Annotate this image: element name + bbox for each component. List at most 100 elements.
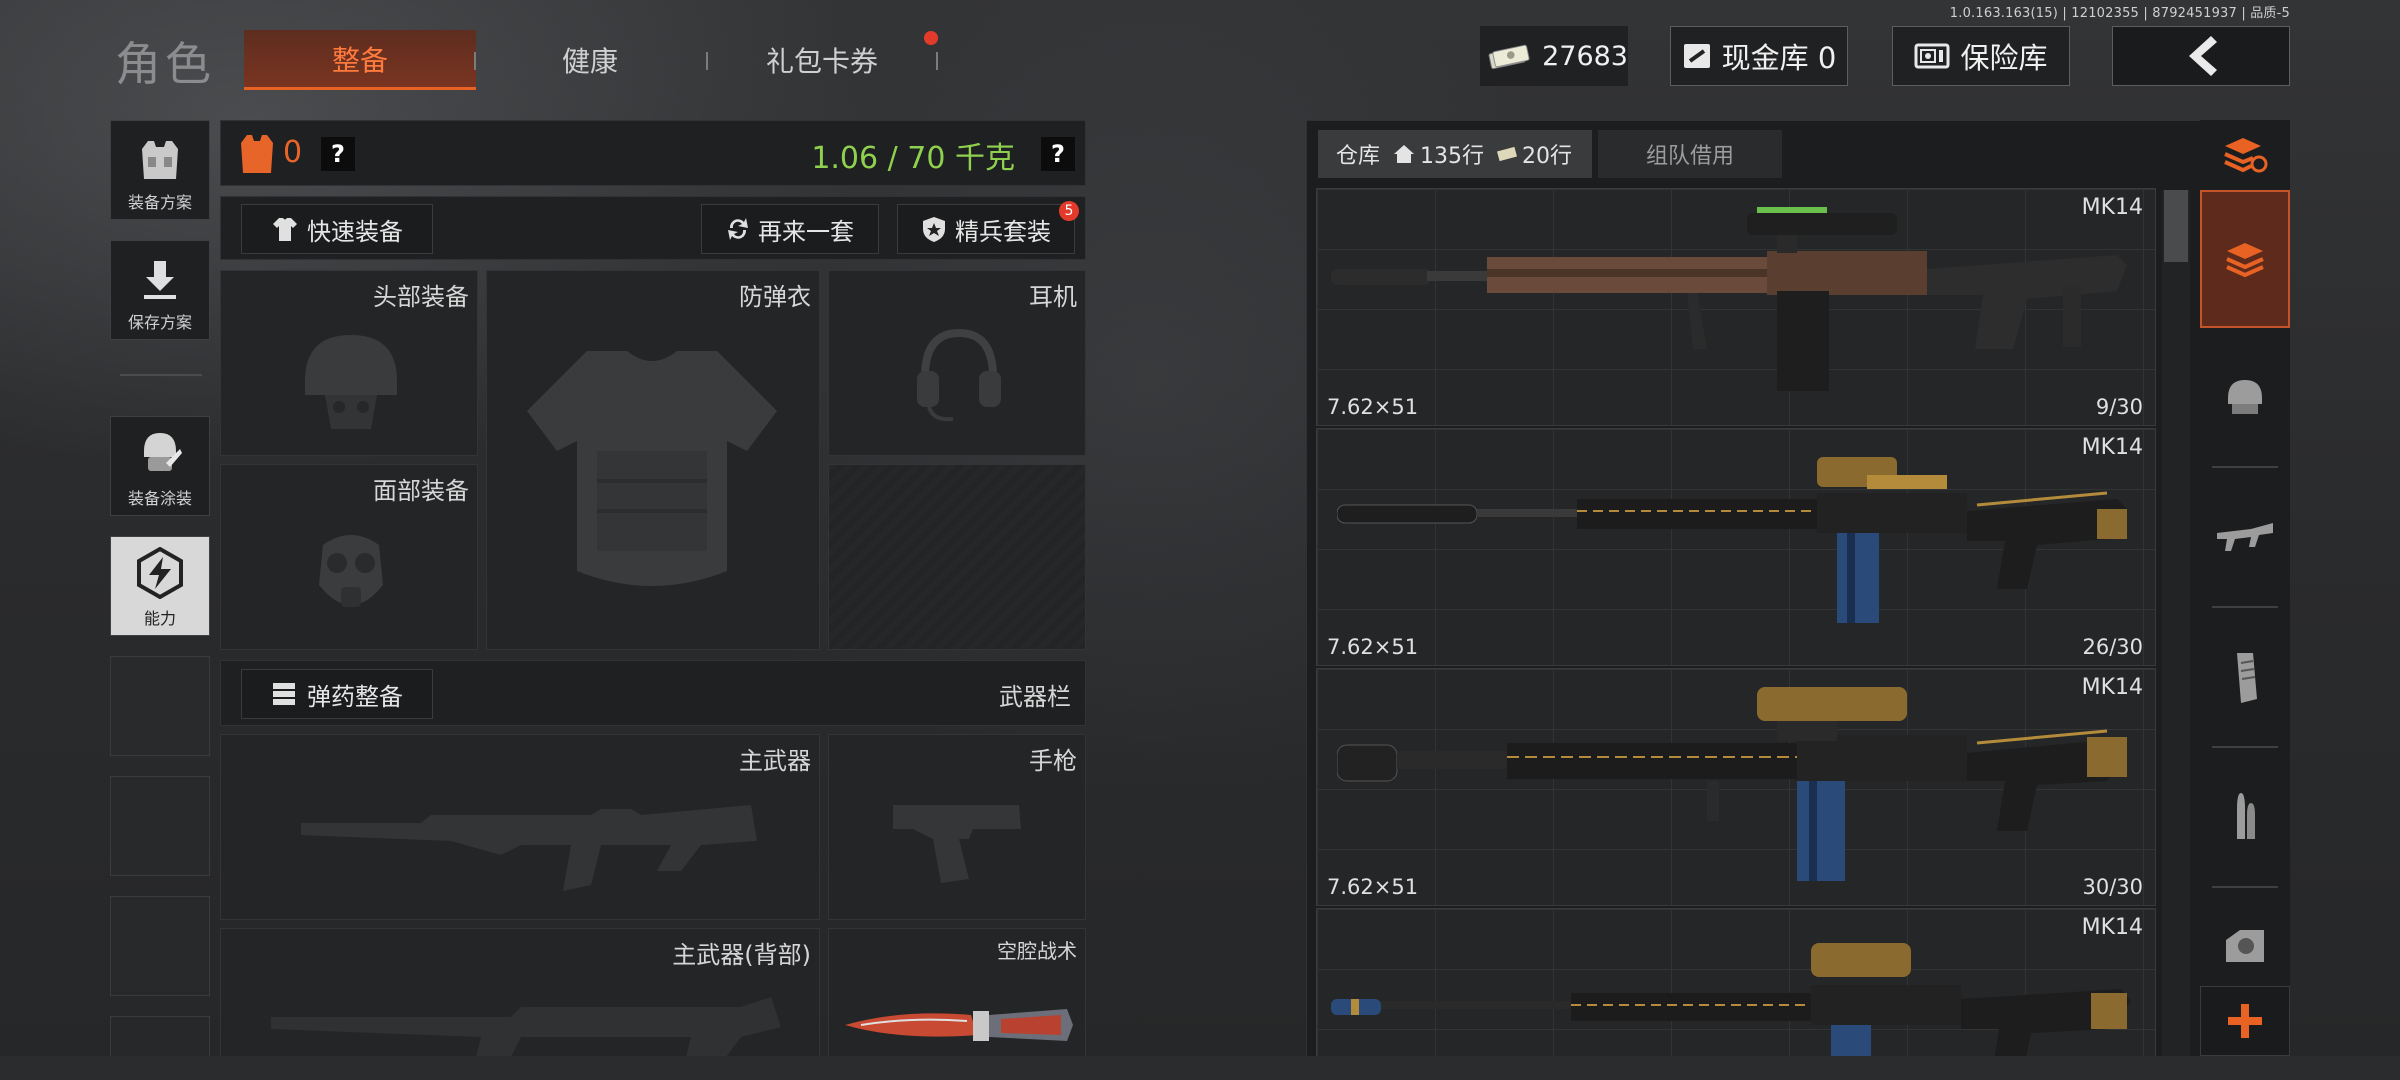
currency-value: 27683 (1542, 40, 1628, 72)
item-caliber: 7.62×51 (1327, 875, 1419, 899)
magazine-icon (2237, 653, 2257, 703)
sidebar-item-label: 保存方案 (127, 313, 192, 332)
sidebar-divider (120, 374, 202, 376)
scrollbar-thumb[interactable] (2164, 190, 2188, 262)
ammo-prep-label: 弹药整备 (307, 682, 403, 711)
primary-weapon-slot[interactable]: 主武器 (220, 734, 820, 920)
item-ammo-count: 9/30 (2095, 395, 2143, 419)
quick-equip-button[interactable]: 快速装备 (241, 204, 433, 254)
head-gear-slot[interactable]: 头部装备 (220, 270, 478, 456)
category-ammo-button[interactable] (2200, 748, 2290, 886)
tab-storage[interactable]: 仓库 135行 20行 (1318, 130, 1592, 178)
safe-icon (1914, 43, 1950, 69)
item-ammo-count: 26/30 (2082, 635, 2143, 659)
sidebar-item-label: 装备方案 (127, 193, 192, 212)
home-icon (1394, 145, 1415, 163)
armor-count: 0 (283, 135, 303, 170)
shield-star-icon (923, 217, 945, 242)
storage-item-card[interactable]: MK14 (1316, 908, 2156, 1080)
tab-loadout[interactable]: 整备 (244, 30, 476, 90)
sidebar-empty-slot (110, 776, 210, 876)
sidebar-item-save-preset[interactable]: 保存方案 (110, 240, 210, 340)
storage-tab-label: 仓库 (1336, 144, 1381, 169)
loadout-summary-bar: 0 ? 1.06 / 70 千克 ? (220, 120, 1086, 186)
face-gear-label: 面部装备 (373, 477, 469, 505)
storage-rows-a: 135行 (1420, 144, 1485, 169)
weight-value: 1.06 / 70 千克 (811, 141, 1015, 176)
shirt-icon (273, 218, 297, 241)
sidebar-item-label: 能力 (143, 609, 176, 628)
back-button[interactable] (2112, 26, 2290, 86)
currency-display: 27683 (1480, 26, 1628, 86)
category-sort-button[interactable] (2200, 120, 2290, 190)
pistol-label: 手枪 (1029, 747, 1077, 775)
helmet-paint-icon (144, 433, 182, 471)
storage-item-card[interactable]: MK14 7.62×51 26/30 (1316, 428, 2156, 666)
download-icon (144, 261, 176, 299)
cash-vault-label: 现金库 0 (1721, 41, 1837, 75)
layers-refresh-icon (2224, 138, 2268, 173)
ammo-prep-button[interactable]: 弹药整备 (241, 669, 433, 719)
ammo-icon (273, 683, 295, 705)
category-weapon-button[interactable] (2200, 468, 2290, 606)
helmet-icon (2228, 380, 2262, 414)
rifle-icon (2217, 523, 2273, 551)
back-weapon-label: 主武器(背部) (672, 941, 811, 969)
elite-kit-badge: 5 (1059, 201, 1079, 221)
knife-icon (845, 1009, 1073, 1041)
tab-health[interactable]: 健康 (474, 30, 706, 90)
bottom-bar (0, 1056, 2400, 1080)
storage-rows-b: 20行 (1522, 144, 1573, 169)
category-magazine-button[interactable] (2200, 608, 2290, 746)
safe-label: 保险库 (1960, 41, 2048, 75)
storage-item-card[interactable]: MK14 7.62×51 30/30 (1316, 668, 2156, 906)
item-ammo-count: 30/30 (2082, 875, 2143, 899)
empty-gear-slot (828, 464, 1086, 650)
item-caliber: 7.62×51 (1327, 635, 1419, 659)
weight-help-icon[interactable]: ? (1041, 137, 1075, 171)
repeat-loadout-button[interactable]: 再来一套 (701, 204, 879, 254)
sidebar-item-ability[interactable]: 能力 (110, 536, 210, 636)
repeat-loadout-label: 再来一套 (758, 217, 854, 246)
primary-weapon-label: 主武器 (739, 747, 811, 775)
sidebar-empty-slot (110, 896, 210, 996)
tab-team-borrow[interactable]: 组队借用 (1598, 130, 1782, 178)
money-icon (1488, 44, 1530, 70)
tab-divider (936, 52, 938, 70)
lightning-icon (137, 547, 183, 599)
add-category-button[interactable] (2200, 986, 2290, 1056)
body-armor-slot[interactable]: 防弹衣 (486, 270, 820, 650)
layers-icon (2226, 243, 2264, 278)
tab-gift-cards[interactable]: 礼包卡券 (706, 30, 938, 90)
loadout-action-bar: 快速装备 再来一套 精兵套装 5 (220, 196, 1086, 260)
cash-vault-button[interactable]: 现金库 0 (1670, 26, 1848, 86)
cash-vault-icon (1683, 44, 1710, 68)
red-dot-sight-icon (2226, 930, 2264, 962)
face-gear-slot[interactable]: 面部装备 (220, 464, 478, 650)
cash-small-icon (1497, 146, 1518, 162)
pistol-slot[interactable]: 手枪 (828, 734, 1086, 920)
sidebar-item-label: 装备涂装 (127, 489, 192, 508)
elite-kit-button[interactable]: 精兵套装 (897, 204, 1075, 254)
head-gear-label: 头部装备 (373, 283, 469, 311)
mk14-gold-rifle-icon (1337, 687, 2127, 881)
helmet-icon (305, 335, 397, 429)
armor-help-icon[interactable]: ? (321, 137, 355, 171)
storage-item-card[interactable]: MK14 7.62×51 9/30 (1316, 188, 2156, 426)
headset-label: 耳机 (1029, 283, 1077, 311)
notification-dot (924, 31, 938, 45)
bullet-icon (2237, 793, 2255, 839)
sidebar-item-paint[interactable]: 装备涂装 (110, 416, 210, 516)
headset-slot[interactable]: 耳机 (828, 270, 1086, 456)
category-all-button[interactable] (2200, 190, 2290, 328)
mk14-gold-rifle-icon (1337, 457, 2127, 623)
sidebar-item-loadout-preset[interactable]: 装备方案 (110, 120, 210, 220)
category-helmet-button[interactable] (2200, 328, 2290, 466)
page-title: 角色 (115, 37, 215, 91)
plus-icon (2228, 1004, 2262, 1038)
storage-scrollbar[interactable] (2162, 190, 2190, 1080)
safe-button[interactable]: 保险库 (1892, 26, 2070, 86)
refresh-icon (728, 218, 748, 240)
melee-label: 空腔战术 (997, 939, 1077, 963)
gas-mask-icon (319, 535, 383, 607)
